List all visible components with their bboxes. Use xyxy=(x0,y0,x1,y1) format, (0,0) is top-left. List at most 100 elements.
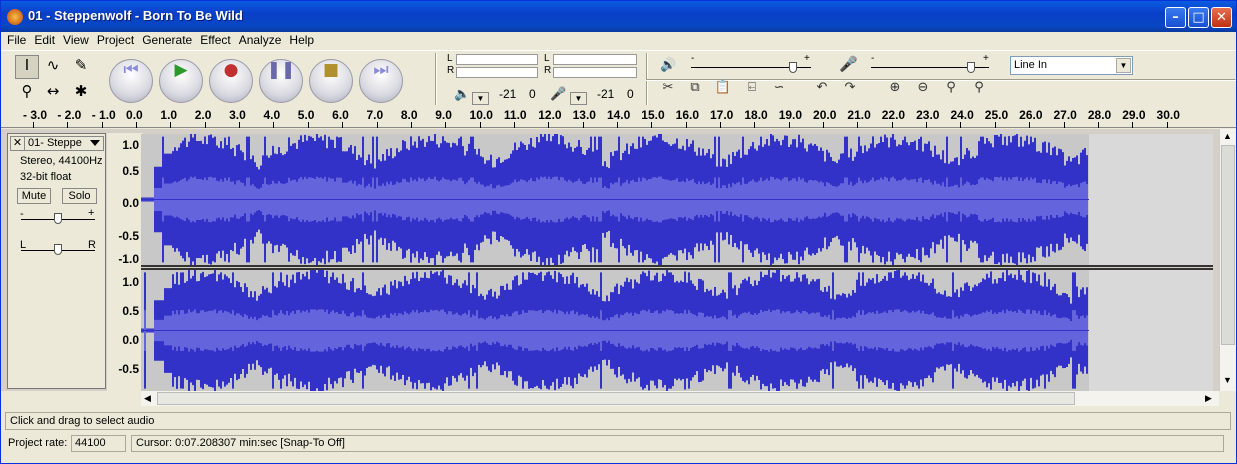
gain-slider-thumb[interactable] xyxy=(54,213,62,224)
scroll-right-icon[interactable]: ▶ xyxy=(1205,393,1212,404)
trim-icon[interactable]: ⍇ xyxy=(741,80,763,102)
fit-selection-icon[interactable]: ⚲ xyxy=(940,80,962,102)
ruler-tick-label: - 3.0 xyxy=(23,108,48,122)
paste-icon[interactable]: 📋 xyxy=(712,80,734,102)
scroll-left-icon[interactable]: ◀ xyxy=(144,393,151,404)
track-header: ✕ 01- Steppe xyxy=(10,136,104,151)
waveform-channel-left[interactable] xyxy=(141,134,1213,265)
title-bar: 01 - Steppenwolf - Born To Be Wild – □ ✕ xyxy=(1,1,1236,32)
menu-generate[interactable]: Generate xyxy=(138,32,196,48)
ruler-tick-mark xyxy=(1097,122,1099,128)
timeshift-tool-icon[interactable]: ↔ xyxy=(41,81,65,105)
waveform-channel-right[interactable] xyxy=(141,270,1213,391)
ruler-tick-mark xyxy=(994,122,996,128)
menu-edit[interactable]: Edit xyxy=(30,32,59,48)
play-volume-minus: - xyxy=(691,53,695,64)
record-icon[interactable]: ● xyxy=(209,59,253,103)
menu-file[interactable]: File xyxy=(1,32,30,48)
skip-to-end-icon[interactable]: ⏭ xyxy=(359,59,403,103)
ruler-tick-mark xyxy=(307,122,309,128)
selection-tool-icon[interactable]: I xyxy=(15,55,39,79)
rec-volume-minus: - xyxy=(871,53,875,64)
ruler-tick-label: 17.0 xyxy=(710,108,734,122)
ruler-tick-label: - 2.0 xyxy=(57,108,82,122)
rec-meter-menu-button[interactable]: ▼ xyxy=(570,92,587,105)
ruler-tick-label: 9.0 xyxy=(435,108,452,122)
menu-view[interactable]: View xyxy=(59,32,93,48)
scroll-up-icon[interactable]: ▲ xyxy=(1223,131,1232,141)
recording-volume-thumb[interactable] xyxy=(967,62,976,73)
pan-slider-thumb[interactable] xyxy=(54,244,62,255)
stop-icon[interactable]: ■ xyxy=(309,59,353,103)
zoom-out-icon[interactable]: ⊖ xyxy=(912,80,934,102)
menu-analyze[interactable]: Analyze xyxy=(235,32,286,48)
skip-to-start-icon[interactable]: ⏮ xyxy=(109,59,153,103)
zoom-tool-icon[interactable]: ⚲ xyxy=(15,81,39,105)
audacity-app-icon[interactable] xyxy=(7,9,23,25)
amplitude-label: -0.5 xyxy=(118,362,139,376)
ruler-tick-label: 0.0 xyxy=(126,108,143,122)
ruler-tick-mark xyxy=(582,122,584,128)
minimize-button[interactable]: – xyxy=(1165,7,1186,28)
track-control-panel: ✕ 01- Steppe Stereo, 44100Hz 32-bit floa… xyxy=(7,133,106,389)
chevron-down-icon[interactable] xyxy=(90,140,100,146)
scroll-down-icon[interactable]: ▼ xyxy=(1223,375,1232,385)
ruler-tick-mark xyxy=(548,122,550,128)
cut-icon[interactable]: ✂ xyxy=(657,80,679,102)
mute-button[interactable]: Mute xyxy=(17,188,51,204)
ruler-tick-label: 27.0 xyxy=(1053,108,1077,122)
fit-project-icon[interactable]: ⚲ xyxy=(968,80,990,102)
ruler-tick-mark xyxy=(857,122,859,128)
chevron-down-icon[interactable]: ▼ xyxy=(1116,58,1131,73)
ruler-tick-mark xyxy=(239,122,241,128)
play-meter-zero: 0 xyxy=(529,87,536,101)
menu-help[interactable]: Help xyxy=(285,32,318,48)
ruler-tick-mark xyxy=(136,122,138,128)
solo-button[interactable]: Solo xyxy=(62,188,97,204)
ruler-tick-mark xyxy=(926,122,928,128)
menu-project[interactable]: Project xyxy=(93,32,138,48)
copy-icon[interactable]: ⧉ xyxy=(684,80,706,102)
app-window: 01 - Steppenwolf - Born To Be Wild – □ ✕… xyxy=(0,0,1237,464)
microphone-icon: 🎤 xyxy=(550,86,567,101)
ruler-tick-label: 1.0 xyxy=(160,108,178,122)
vertical-scroll-thumb[interactable] xyxy=(1221,145,1235,345)
maximize-button[interactable]: □ xyxy=(1188,7,1209,28)
rec-meter-left[interactable] xyxy=(553,54,637,65)
zoom-in-icon[interactable]: ⊕ xyxy=(884,80,906,102)
close-button[interactable]: ✕ xyxy=(1211,7,1232,28)
close-track-icon[interactable]: ✕ xyxy=(11,137,25,150)
project-rate-input[interactable]: 44100 xyxy=(71,435,126,452)
horizontal-scrollbar[interactable]: ◀ ▶ xyxy=(141,391,1219,406)
input-source-value: Line In xyxy=(1014,59,1048,71)
vertical-scrollbar[interactable]: ▲ ▼ xyxy=(1219,129,1236,391)
play-meter-right[interactable] xyxy=(456,67,538,78)
ruler-tick-mark xyxy=(342,122,344,128)
play-meter-menu-button[interactable]: ▼ xyxy=(472,92,489,105)
envelope-tool-icon[interactable]: ∿ xyxy=(41,55,65,79)
multi-tool-icon[interactable]: ✱ xyxy=(69,81,93,105)
undo-icon[interactable]: ↶ xyxy=(811,80,833,102)
timeline-ruler[interactable]: - 3.0 - 2.0 - 1.0 0.0 1.0 2.0 3.0 4.0 5.0 6.0 7.0 8… xyxy=(1,106,1236,128)
play-meter-left[interactable] xyxy=(456,54,538,65)
redo-icon[interactable]: ↷ xyxy=(839,80,861,102)
ruler-tick-label: - 1.0 xyxy=(91,108,116,122)
ruler-tick-label: 8.0 xyxy=(400,108,418,122)
rec-meter-right[interactable] xyxy=(553,67,637,78)
input-source-select[interactable]: Line In ▼ xyxy=(1010,56,1133,75)
draw-tool-icon[interactable]: ✎ xyxy=(69,55,93,79)
amplitude-label: 1.0 xyxy=(122,138,139,152)
ruler-tick-mark xyxy=(616,122,618,128)
play-icon[interactable]: ▶ xyxy=(159,59,203,103)
menu-effect[interactable]: Effect xyxy=(196,32,234,48)
cursor-position-readout: Cursor: 0:07.208307 min:sec [Snap-To Off… xyxy=(131,435,1224,452)
ruler-tick-label: 16.0 xyxy=(675,108,699,122)
pause-icon[interactable]: ❚❚ xyxy=(259,59,303,103)
silence-icon[interactable]: ∽ xyxy=(768,80,790,102)
playback-volume-thumb[interactable] xyxy=(789,62,797,73)
ruler-tick-label: 10.0 xyxy=(469,108,493,122)
horizontal-scroll-thumb[interactable] xyxy=(157,392,1075,405)
track-name-menu[interactable]: 01- Steppe xyxy=(28,137,82,150)
status-hint: Click and drag to select audio xyxy=(5,412,1231,430)
ruler-tick-mark xyxy=(273,122,275,128)
